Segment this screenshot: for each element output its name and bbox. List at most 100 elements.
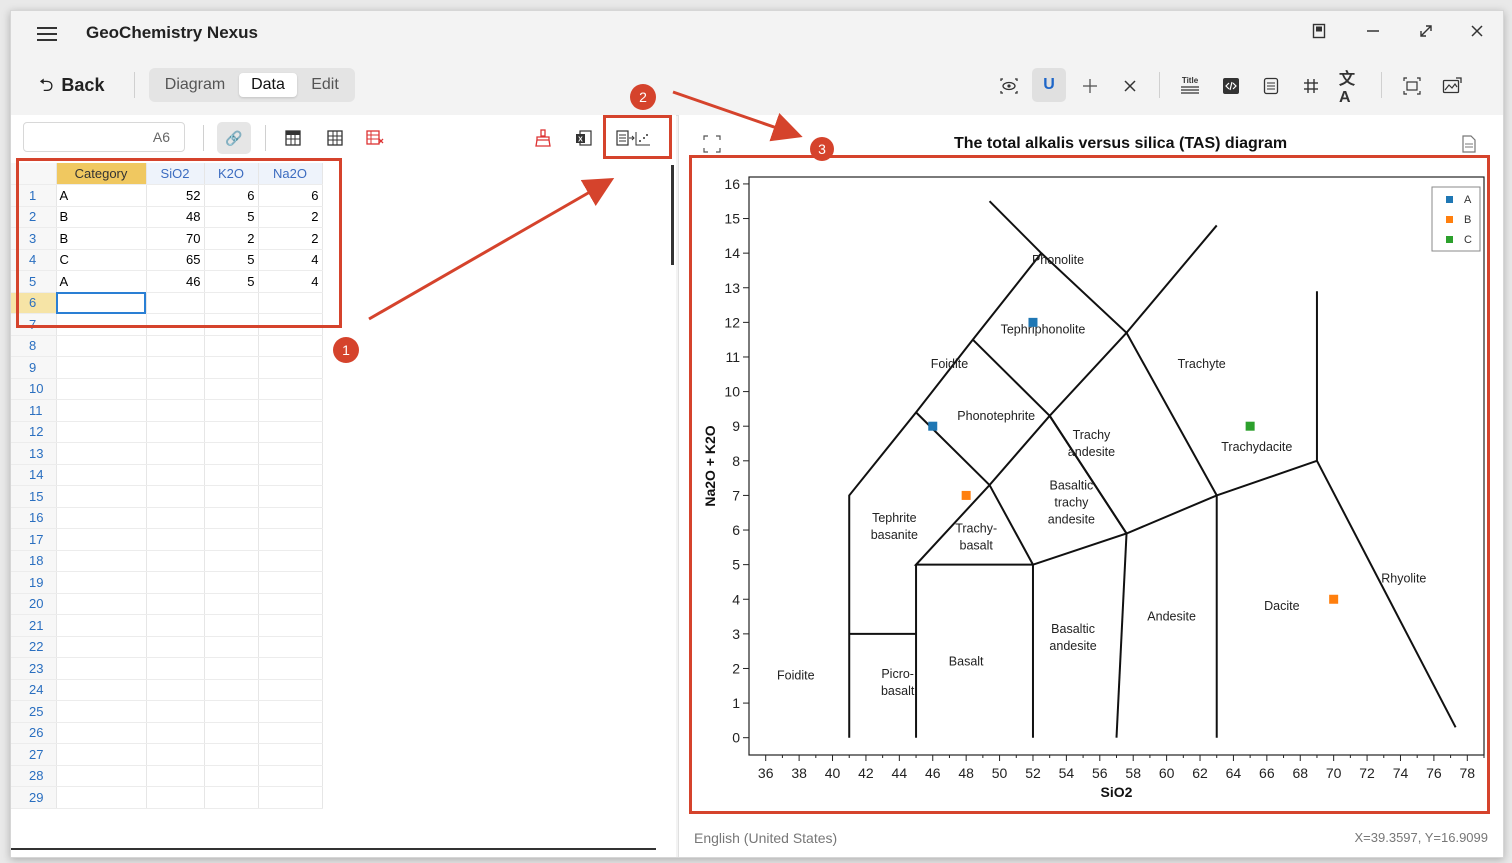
document-icon[interactable] bbox=[1258, 75, 1284, 97]
table-cell[interactable] bbox=[56, 657, 147, 680]
link-icon[interactable]: 🔗 bbox=[217, 122, 251, 154]
table-cell[interactable] bbox=[146, 550, 205, 572]
row-header[interactable]: 14 bbox=[11, 464, 57, 486]
delete-table-icon[interactable] bbox=[363, 127, 387, 149]
table-cell[interactable] bbox=[258, 657, 323, 680]
row-header[interactable]: 25 bbox=[11, 700, 57, 723]
row-header[interactable]: 23 bbox=[11, 657, 57, 680]
table-cell[interactable] bbox=[146, 528, 205, 551]
table-cell[interactable] bbox=[204, 378, 259, 400]
table-cell[interactable] bbox=[146, 442, 205, 465]
table-cell[interactable] bbox=[146, 614, 205, 637]
row-header[interactable]: 17 bbox=[11, 528, 57, 551]
table-cell[interactable] bbox=[146, 421, 205, 443]
grid-icon[interactable] bbox=[1298, 75, 1324, 97]
table-cell[interactable] bbox=[56, 442, 147, 465]
row-header[interactable]: 29 bbox=[11, 786, 57, 809]
insert-row-icon[interactable] bbox=[281, 127, 305, 149]
hamburger-menu-icon[interactable] bbox=[37, 27, 57, 41]
table-cell[interactable] bbox=[146, 378, 205, 400]
table-cell[interactable] bbox=[204, 700, 259, 723]
table-cell[interactable] bbox=[146, 722, 205, 744]
table-cell[interactable] bbox=[146, 700, 205, 723]
table-cell[interactable] bbox=[258, 614, 323, 637]
table-cell[interactable] bbox=[258, 743, 323, 766]
table-cell[interactable] bbox=[204, 464, 259, 486]
row-header[interactable]: 16 bbox=[11, 507, 57, 529]
row-header[interactable]: 19 bbox=[11, 571, 57, 594]
table-cell[interactable] bbox=[56, 700, 147, 723]
table-cell[interactable] bbox=[146, 786, 205, 809]
clear-brush-icon[interactable] bbox=[531, 127, 555, 149]
table-cell[interactable] bbox=[258, 399, 323, 422]
table-cell[interactable] bbox=[204, 593, 259, 615]
table-cell[interactable] bbox=[56, 421, 147, 443]
table-cell[interactable] bbox=[258, 636, 323, 658]
pin-icon[interactable] bbox=[1307, 23, 1331, 44]
code-icon[interactable] bbox=[1218, 75, 1244, 97]
table-cell[interactable] bbox=[258, 550, 323, 572]
table-cell[interactable] bbox=[56, 786, 147, 809]
table-cell[interactable] bbox=[258, 571, 323, 594]
table-cell[interactable] bbox=[258, 485, 323, 508]
row-header[interactable]: 21 bbox=[11, 614, 57, 637]
table-cell[interactable] bbox=[146, 464, 205, 486]
translate-icon[interactable]: 文A bbox=[1339, 71, 1365, 106]
row-header[interactable]: 26 bbox=[11, 722, 57, 744]
tab-diagram[interactable]: Diagram bbox=[155, 73, 235, 97]
table-cell[interactable] bbox=[56, 507, 147, 529]
table-cell[interactable] bbox=[258, 464, 323, 486]
table-cell[interactable] bbox=[204, 571, 259, 594]
tab-data[interactable]: Data bbox=[239, 73, 297, 97]
table-cell[interactable] bbox=[56, 464, 147, 486]
clear-icon[interactable] bbox=[1117, 75, 1143, 97]
table-cell[interactable] bbox=[204, 399, 259, 422]
row-header[interactable]: 28 bbox=[11, 765, 57, 787]
table-cell[interactable] bbox=[258, 679, 323, 701]
row-header[interactable]: 15 bbox=[11, 485, 57, 508]
close-window-icon[interactable] bbox=[1465, 23, 1489, 44]
table-cell[interactable] bbox=[258, 722, 323, 744]
vertical-scrollbar[interactable] bbox=[671, 165, 674, 265]
table-cell[interactable] bbox=[56, 722, 147, 744]
back-button[interactable]: ⮌ Back bbox=[39, 73, 104, 103]
row-header[interactable]: 13 bbox=[11, 442, 57, 465]
table-cell[interactable] bbox=[204, 507, 259, 529]
table-cell[interactable] bbox=[56, 335, 147, 357]
minimize-icon[interactable] bbox=[1361, 23, 1385, 44]
insert-column-icon[interactable] bbox=[323, 127, 347, 149]
row-header[interactable]: 27 bbox=[11, 743, 57, 766]
table-cell[interactable] bbox=[146, 657, 205, 680]
fit-view-icon[interactable] bbox=[1399, 75, 1425, 97]
table-cell[interactable] bbox=[258, 378, 323, 400]
table-cell[interactable] bbox=[56, 485, 147, 508]
table-cell[interactable] bbox=[258, 421, 323, 443]
table-cell[interactable] bbox=[56, 550, 147, 572]
table-cell[interactable] bbox=[204, 786, 259, 809]
table-cell[interactable] bbox=[204, 421, 259, 443]
table-cell[interactable] bbox=[56, 571, 147, 594]
row-header[interactable]: 24 bbox=[11, 679, 57, 701]
table-cell[interactable] bbox=[146, 571, 205, 594]
excel-import-icon[interactable]: X bbox=[572, 127, 596, 149]
row-header[interactable]: 18 bbox=[11, 550, 57, 572]
table-cell[interactable] bbox=[146, 593, 205, 615]
horizontal-scrollbar[interactable] bbox=[11, 848, 656, 850]
table-cell[interactable] bbox=[204, 550, 259, 572]
table-cell[interactable] bbox=[204, 743, 259, 766]
table-cell[interactable] bbox=[146, 679, 205, 701]
table-cell[interactable] bbox=[204, 722, 259, 744]
table-cell[interactable] bbox=[146, 765, 205, 787]
table-cell[interactable] bbox=[204, 528, 259, 551]
table-cell[interactable] bbox=[56, 528, 147, 551]
eye-icon[interactable] bbox=[996, 75, 1022, 97]
table-cell[interactable] bbox=[204, 442, 259, 465]
table-cell[interactable] bbox=[258, 765, 323, 787]
cell-reference-input[interactable]: A6 bbox=[23, 122, 185, 152]
table-cell[interactable] bbox=[56, 765, 147, 787]
row-header[interactable]: 12 bbox=[11, 421, 57, 443]
table-cell[interactable] bbox=[204, 485, 259, 508]
magnet-icon[interactable]: U bbox=[1032, 68, 1066, 102]
export-image-icon[interactable] bbox=[1439, 75, 1465, 97]
row-header[interactable]: 22 bbox=[11, 636, 57, 658]
